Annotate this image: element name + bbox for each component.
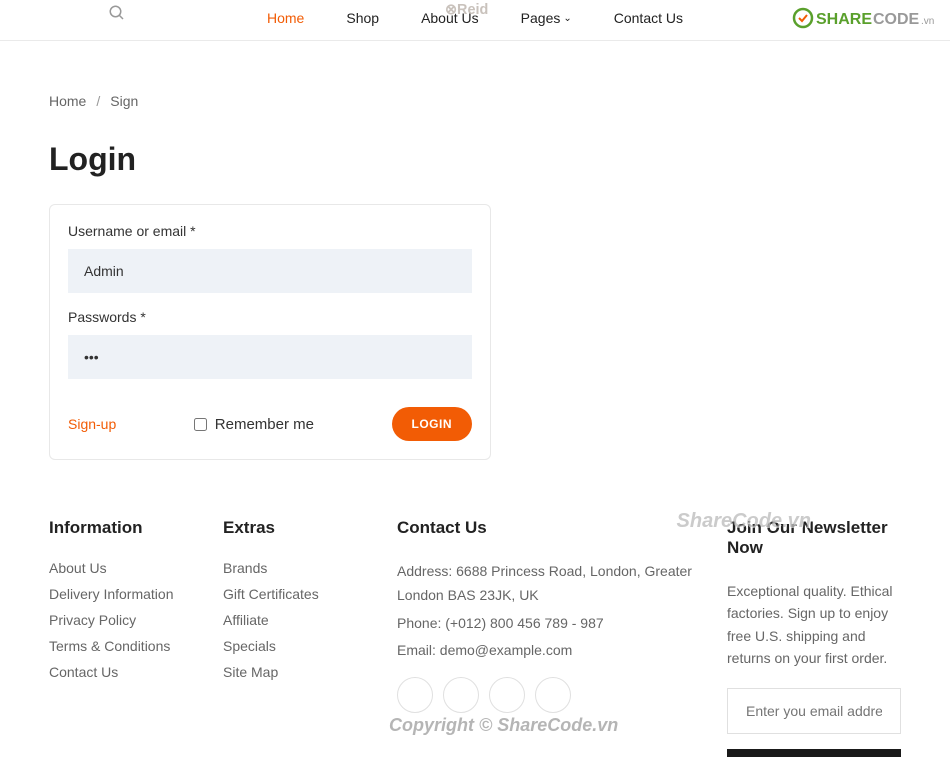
search-icon[interactable] xyxy=(108,4,126,27)
footer-contact-title: Contact Us xyxy=(397,518,707,538)
newsletter-submit[interactable] xyxy=(727,749,901,757)
newsletter-text: Exceptional quality. Ethical factories. … xyxy=(727,580,901,670)
header: ⊗Reid Home Shop About Us Pages⌄ Contact … xyxy=(0,0,950,41)
breadcrumb-home[interactable]: Home xyxy=(49,93,86,109)
footer-link-delivery[interactable]: Delivery Information xyxy=(49,586,203,602)
nav-shop[interactable]: Shop xyxy=(346,10,379,26)
footer-link-about[interactable]: About Us xyxy=(49,560,203,576)
social-icon[interactable] xyxy=(443,677,479,713)
newsletter-title: Join Our Newsletter Now xyxy=(727,518,901,558)
footer-information: Information About Us Delivery Informatio… xyxy=(49,518,203,762)
footer-link-privacy[interactable]: Privacy Policy xyxy=(49,612,203,628)
signup-link[interactable]: Sign-up xyxy=(68,416,116,432)
footer-link-affiliate[interactable]: Affiliate xyxy=(223,612,377,628)
watermark-logo: SHARE CODE .vn xyxy=(792,5,940,36)
svg-text:.vn: .vn xyxy=(921,16,934,27)
social-icons xyxy=(397,677,707,713)
nav-home[interactable]: Home xyxy=(267,10,304,26)
remember-checkbox[interactable] xyxy=(194,418,207,431)
remember-label: Remember me xyxy=(215,416,314,433)
social-icon[interactable] xyxy=(535,677,571,713)
breadcrumb-separator: / xyxy=(96,93,100,109)
footer-link-gift[interactable]: Gift Certificates xyxy=(223,586,377,602)
breadcrumb: Home / Sign xyxy=(49,93,901,109)
svg-text:SHARE: SHARE xyxy=(816,11,872,28)
footer: ShareCode.vn Copyright © ShareCode.vn In… xyxy=(49,518,901,762)
svg-text:CODE: CODE xyxy=(873,11,920,28)
login-form: Username or email * Passwords * Sign-up … xyxy=(49,204,491,460)
chevron-down-icon: ⌄ xyxy=(563,13,571,24)
footer-link-contactus[interactable]: Contact Us xyxy=(49,664,203,680)
footer-link-brands[interactable]: Brands xyxy=(223,560,377,576)
contact-phone: Phone: (+012) 800 456 789 - 987 xyxy=(397,612,707,636)
breadcrumb-current: Sign xyxy=(110,93,138,109)
social-icon[interactable] xyxy=(489,677,525,713)
password-input[interactable] xyxy=(68,335,472,379)
footer-link-sitemap[interactable]: Site Map xyxy=(223,664,377,680)
footer-newsletter: Join Our Newsletter Now Exceptional qual… xyxy=(727,518,901,762)
nav-pages[interactable]: Pages⌄ xyxy=(521,10,572,26)
footer-link-terms[interactable]: Terms & Conditions xyxy=(49,638,203,654)
social-icon[interactable] xyxy=(397,677,433,713)
footer-extras: Extras Brands Gift Certificates Affiliat… xyxy=(223,518,377,762)
page-title: Login xyxy=(49,141,901,178)
footer-contact: Contact Us Address: 6688 Princess Road, … xyxy=(397,518,707,762)
contact-address: Address: 6688 Princess Road, London, Gre… xyxy=(397,560,707,608)
login-button[interactable]: LOGIN xyxy=(392,407,473,441)
nav-contact[interactable]: Contact Us xyxy=(614,10,683,26)
username-input[interactable] xyxy=(68,249,472,293)
logo[interactable]: ⊗Reid xyxy=(445,0,505,25)
footer-link-specials[interactable]: Specials xyxy=(223,638,377,654)
password-label: Passwords * xyxy=(68,309,472,325)
svg-text:⊗Reid: ⊗Reid xyxy=(445,2,488,18)
newsletter-input[interactable] xyxy=(727,688,901,734)
footer-extras-title: Extras xyxy=(223,518,377,538)
footer-info-title: Information xyxy=(49,518,203,538)
contact-email: Email: demo@example.com xyxy=(397,639,707,663)
username-label: Username or email * xyxy=(68,223,472,239)
